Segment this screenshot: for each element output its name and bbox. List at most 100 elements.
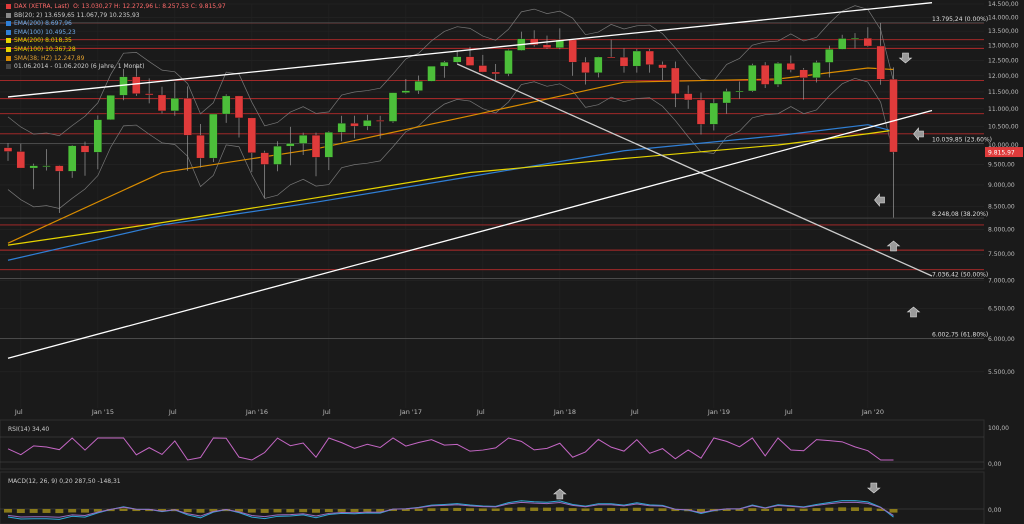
macd-bar bbox=[247, 509, 256, 513]
candle-body bbox=[735, 90, 744, 93]
legend-text: SMA(38; HZ) 12.247,89 bbox=[14, 54, 85, 62]
candle-body bbox=[42, 165, 51, 167]
macd-bar bbox=[517, 507, 526, 511]
candle-body bbox=[812, 62, 821, 78]
candle-body bbox=[594, 56, 603, 73]
macd-tick-zero: 0,00 bbox=[988, 507, 1002, 514]
y-tick-label: 9.500,00 bbox=[988, 161, 1015, 168]
legend-item: 01.06.2014 - 01.06.2020 (6 Jahre, 1 Mona… bbox=[6, 63, 226, 72]
fib-label: 10.039,85 (23.60%) bbox=[932, 136, 992, 143]
legend-item: SMA(200) 8.018,35 bbox=[6, 37, 226, 46]
rsi-label: RSI(14) 34,40 bbox=[8, 426, 49, 433]
candle-body bbox=[825, 49, 834, 63]
dax-chart[interactable]: 13.795,24 (0.00%) 10.039,85 (23.60%) 8.248… bbox=[0, 0, 1024, 524]
macd-bar bbox=[786, 508, 795, 511]
macd-bar bbox=[658, 508, 667, 511]
y-tick-label: 6.000,00 bbox=[988, 336, 1015, 343]
macd-bar bbox=[645, 508, 654, 511]
macd-bar bbox=[697, 509, 705, 512]
legend-text: EMA(200) 8.697,96 bbox=[14, 20, 72, 28]
macd-bar bbox=[324, 509, 333, 513]
macd-bar bbox=[4, 509, 12, 513]
candle-body bbox=[209, 113, 218, 159]
y-tick-label: 14.500,00 bbox=[988, 1, 1019, 8]
candle-body bbox=[273, 145, 282, 165]
candle-body bbox=[748, 65, 757, 92]
macd-bar bbox=[632, 507, 641, 511]
macd-panel[interactable]: MACD(12, 26, 9) 0,20 287,50 -148,31 0,00 bbox=[0, 471, 1002, 524]
x-tick-label: Jan '17 bbox=[399, 408, 422, 416]
candle-body bbox=[568, 39, 577, 63]
macd-bar bbox=[607, 507, 616, 511]
candle-body bbox=[68, 145, 77, 172]
macd-bar bbox=[55, 509, 64, 514]
legend-swatch bbox=[6, 4, 11, 9]
macd-bar bbox=[799, 508, 808, 511]
rsi-panel[interactable]: RSI(14) 34,40 100,00 0,00 bbox=[0, 419, 1009, 470]
candle-body bbox=[145, 93, 154, 96]
legend-text: SMA(100) 10.367,28 bbox=[14, 45, 76, 53]
macd-bar bbox=[453, 507, 462, 511]
candle-body bbox=[696, 99, 706, 125]
candle-body bbox=[376, 120, 385, 122]
macd-bar bbox=[16, 509, 25, 513]
y-tick-label: 13.500,00 bbox=[988, 28, 1019, 35]
candle-body bbox=[93, 119, 102, 153]
candle-body bbox=[773, 63, 783, 85]
macd-bar bbox=[466, 508, 474, 511]
legend-swatch bbox=[6, 12, 11, 18]
candle-body bbox=[607, 56, 616, 59]
legend-item: EMA(100) 10.495,23 bbox=[6, 29, 226, 38]
candle-body bbox=[183, 98, 192, 136]
legend-swatch bbox=[6, 55, 11, 61]
macd-bar bbox=[440, 508, 449, 511]
macd-bar bbox=[825, 507, 834, 511]
y-tick-label: 8.000,00 bbox=[988, 227, 1015, 234]
y-tick-label: 13.000,00 bbox=[988, 42, 1019, 49]
candle-body bbox=[401, 90, 410, 93]
candle-body bbox=[709, 102, 718, 125]
macd-bar bbox=[42, 509, 51, 513]
candle-body bbox=[324, 132, 333, 158]
candle-body bbox=[440, 61, 449, 67]
legend-text: SMA(200) 8.018,35 bbox=[14, 37, 72, 45]
macd-bar bbox=[543, 507, 551, 511]
candle-body bbox=[491, 71, 500, 75]
candle-body bbox=[388, 92, 398, 122]
candle-body bbox=[80, 145, 90, 153]
y-tick-label: 10.500,00 bbox=[988, 123, 1019, 130]
x-tick-label: Jan '18 bbox=[553, 408, 576, 416]
legend-swatch bbox=[6, 29, 11, 35]
legend-title-row: DAX (XETRA, Last) O: 13.030,27 H: 12.272… bbox=[6, 3, 226, 12]
candle-body bbox=[350, 123, 359, 127]
candle-body bbox=[645, 50, 654, 65]
y-tick-label: 14.000,00 bbox=[988, 14, 1019, 21]
macd-bar bbox=[363, 509, 372, 512]
macd-bar bbox=[838, 507, 847, 511]
y-tick-label: 7.500,00 bbox=[988, 251, 1015, 258]
candle-body bbox=[863, 38, 872, 47]
candle-body bbox=[222, 95, 231, 115]
macd-bar bbox=[68, 509, 77, 513]
y-tick-label: 8.500,00 bbox=[988, 204, 1015, 211]
macd-bar bbox=[863, 507, 872, 511]
macd-bar bbox=[337, 509, 346, 512]
y-tick-label: 5.500,00 bbox=[988, 369, 1015, 376]
macd-panel-frame bbox=[0, 471, 985, 524]
x-tick-label: Jan '20 bbox=[861, 408, 884, 416]
macd-bar bbox=[530, 507, 539, 511]
rsi-tick-top: 100,00 bbox=[988, 425, 1009, 432]
candle-body bbox=[478, 65, 487, 73]
candle-body bbox=[504, 50, 513, 75]
macd-bar bbox=[414, 508, 423, 511]
candle-body bbox=[196, 135, 205, 159]
macd-bar bbox=[299, 509, 308, 513]
legend-swatch bbox=[6, 21, 11, 27]
candle-body bbox=[684, 93, 693, 101]
macd-bar bbox=[183, 509, 192, 513]
macd-bar bbox=[851, 507, 859, 511]
candle-body bbox=[55, 165, 64, 172]
rsi-panel-frame bbox=[0, 419, 985, 470]
macd-bar bbox=[620, 508, 628, 511]
candle-body bbox=[761, 65, 770, 85]
